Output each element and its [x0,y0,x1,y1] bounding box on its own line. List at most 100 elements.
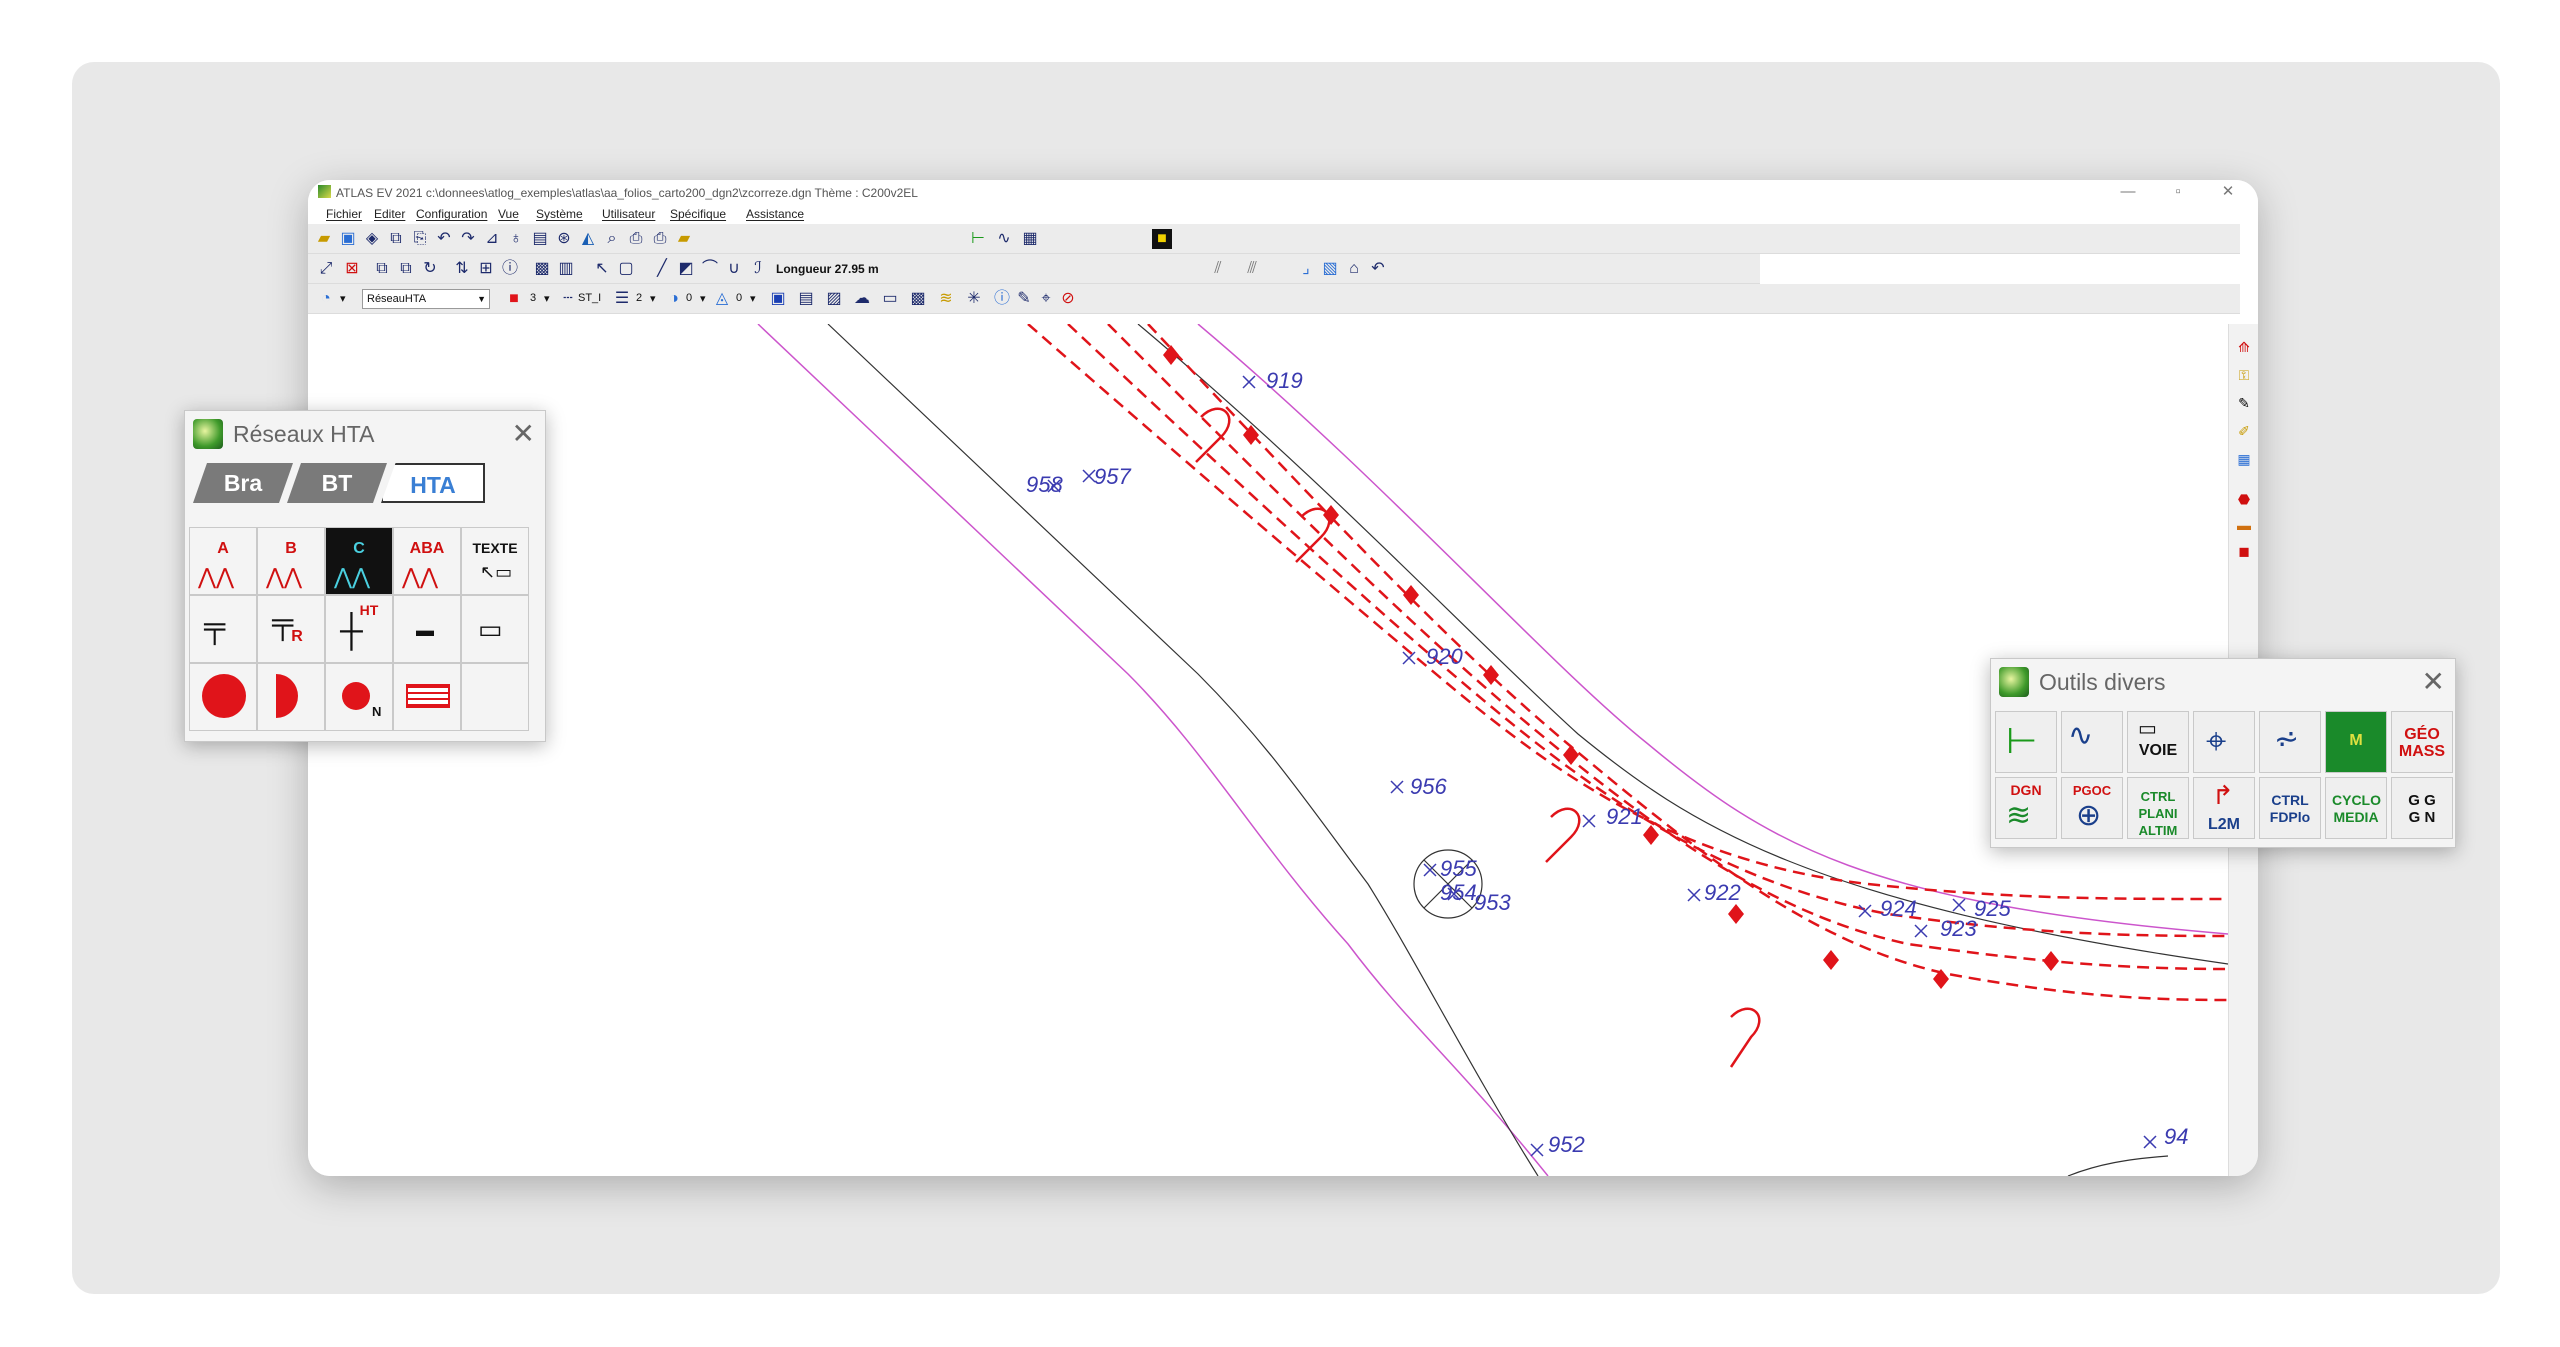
menu-fichier[interactable]: Fichier [326,207,362,221]
open-icon[interactable]: ▰ [314,229,334,249]
curve-icon[interactable]: ∿ [994,229,1014,249]
document-icon[interactable]: ▤ [796,289,816,309]
menu-vue[interactable]: Vue [498,207,519,221]
menu-utilisateur[interactable]: Utilisateur [602,207,655,221]
dialog-icon[interactable]: ▭ [880,289,900,309]
tool-line-c[interactable]: C ⋀⋀ [325,527,393,595]
tool-half-circle[interactable] [257,663,325,731]
map-canvas[interactable]: 919 920 921 922 923 924 925 952 953 954 … [308,324,2228,1176]
tool-small-rect[interactable]: ▬ [393,595,461,663]
corner-icon[interactable]: ⌟ [1296,259,1316,279]
tool-dgn[interactable]: DGN ≋ [1995,777,2057,839]
voie-icon[interactable]: ▦ [1020,229,1040,249]
select-arrow-icon[interactable]: ↖ [592,259,612,279]
maximize-button[interactable]: ▫ [2158,182,2198,202]
tool-pole-ht[interactable]: HT ┼ [325,595,393,663]
fill-icon[interactable]: ◑ [664,289,684,309]
stop-sign-icon[interactable]: ⬣ [2235,490,2253,508]
tree-icon[interactable]: ▩ [908,289,928,309]
line-tool-icon[interactable]: ╱ [652,259,672,279]
table-icon[interactable]: ▤ [530,229,550,249]
tag-icon[interactable]: ✐ [2235,422,2253,440]
multi-curve-icon[interactable]: ℐ [748,259,768,279]
view-icon[interactable]: ▩ [532,259,552,279]
rotate-icon[interactable]: ↻ [420,259,440,279]
highlight-icon[interactable]: ■ [1152,229,1172,249]
close-button[interactable]: ✕ [2208,182,2248,202]
color-dropdown-arrow[interactable]: ▾ [544,292,550,305]
style-value[interactable]: ST_I [578,292,601,304]
resize-icon[interactable]: ⤢ [316,259,336,279]
folder-icon[interactable]: ▰ [674,229,694,249]
style-icon[interactable]: ┄ [558,289,578,309]
shape-tool-icon[interactable]: ◩ [676,259,696,279]
crosshair-icon[interactable]: ⌖ [1036,289,1056,309]
tool-line-a[interactable]: A ⋀⋀ [189,527,257,595]
tool-node-n[interactable]: N [325,663,393,731]
tool-line-aba[interactable]: ABA ⋀⋀ [393,527,461,595]
close-icon[interactable]: ✕ [2422,665,2445,698]
info-icon[interactable]: ⓘ [500,259,520,279]
snap-icon[interactable]: ✳ [964,289,984,309]
menu-assistance[interactable]: Assistance [746,207,804,221]
transparency-dropdown-arrow[interactable]: ▾ [750,292,756,305]
tool-ctrl-plani-altim[interactable]: CTRL PLANI ALTIM [2127,777,2189,839]
tool-level[interactable]: ⩫ [2259,711,2321,773]
edit-note-icon[interactable]: ✎ [1014,289,1034,309]
level-icon[interactable]: ◔ [316,289,336,309]
extend-icon[interactable]: ⫻ [1242,259,1262,279]
polygon-icon[interactable]: ⌂ [1344,259,1364,279]
color-swatch-icon[interactable]: ■ [504,289,524,309]
stop-icon[interactable]: ⊘ [1058,289,1078,309]
tool-pole[interactable]: ╤ [189,595,257,663]
plot-icon[interactable]: ⎙ [626,229,646,249]
tool-pgoc[interactable]: PGOC ⊕ [2061,777,2123,839]
key-icon[interactable]: ⚿ [2235,366,2253,384]
network-icon[interactable]: ⟰ [2235,338,2253,356]
grid-icon[interactable]: ▥ [556,259,576,279]
trim-icon[interactable]: ⫽ [1208,259,1228,279]
tool-voie[interactable]: VOIE ▭ [2127,711,2189,773]
tab-bra[interactable]: Bra [193,463,293,503]
mirror-icon[interactable]: ⇅ [452,259,472,279]
profile-icon[interactable]: ⊢ [968,229,988,249]
alert-icon[interactable]: ◼ [2235,542,2253,560]
tool-geo-mass[interactable]: GÉO MASS [2391,711,2453,773]
tool-pole-r[interactable]: R ╤ [257,595,325,663]
print-icon[interactable]: ⎙ [650,229,670,249]
tool-l2m[interactable]: ↱ L2M [2193,777,2255,839]
tool-box[interactable] [393,663,461,731]
tool-rect[interactable]: ▭ [461,595,529,663]
measure-icon[interactable]: ⊿ [482,229,502,249]
weight-dropdown-arrow[interactable]: ▾ [650,292,656,305]
tool-ctrl-fdplo[interactable]: CTRL FDPlo [2259,777,2321,839]
tool-target[interactable]: ⌖ [2193,711,2255,773]
hatch-icon[interactable]: ▧ [1320,259,1340,279]
level-dropdown-arrow[interactable]: ▾ [340,292,346,305]
curve-tool-icon[interactable]: ∪ [724,259,744,279]
scale-icon[interactable]: ⊞ [476,259,496,279]
tool-red-circle[interactable] [189,663,257,731]
search-icon[interactable]: ⌕ [602,229,622,249]
info-circle-icon[interactable]: ⓘ [992,289,1012,309]
fill-dropdown-arrow[interactable]: ▾ [700,292,706,305]
tool-texte[interactable]: TEXTE ↖▭ [461,527,529,595]
undo-icon[interactable]: ↶ [434,229,454,249]
menu-editer[interactable]: Editer [374,207,405,221]
calendar-icon[interactable]: ▦ [2235,450,2253,468]
layer-combo[interactable]: RéseauHTA ▼ [362,289,490,309]
globe-icon[interactable]: ⊛ [554,229,574,249]
minimize-button[interactable]: — [2108,182,2148,202]
tool-line-b[interactable]: B ⋀⋀ [257,527,325,595]
copy-element-icon[interactable]: ⧉ [396,259,416,279]
menu-systeme[interactable]: Système [536,207,583,221]
delete-icon[interactable]: ⊠ [342,259,362,279]
paste-icon[interactable]: ⎘ [410,229,430,249]
stack-icon[interactable]: ≋ [936,289,956,309]
menu-specifique[interactable]: Spécifique [670,207,726,221]
redo-icon[interactable]: ↷ [458,229,478,249]
tab-bt[interactable]: BT [287,463,387,503]
tool-gg-gn[interactable]: G G G N [2391,777,2453,839]
map-icon[interactable]: ◭ [578,229,598,249]
tool-cyclo-media[interactable]: CYCLO MEDIA [2325,777,2387,839]
